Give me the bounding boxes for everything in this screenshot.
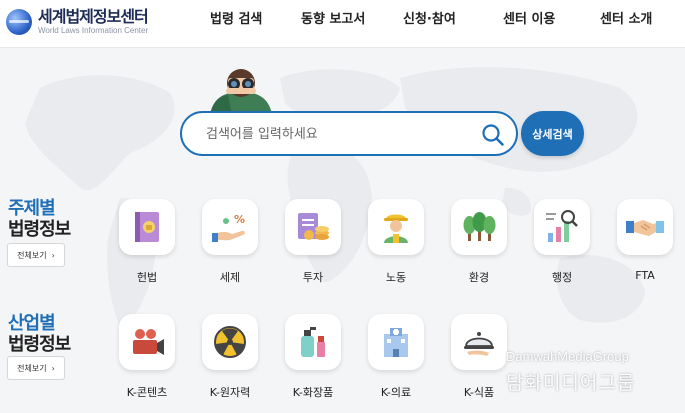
view-all-label: 전체보기 — [17, 363, 47, 373]
section-title-line2: 법령정보 — [8, 334, 71, 355]
industry-label: K-화장품 — [292, 386, 334, 399]
fta-handshake-icon — [626, 220, 664, 236]
topic-card-labor[interactable] — [368, 199, 424, 255]
industry-card-k-contents[interactable] — [119, 314, 175, 370]
nav-label: 동향 보고서 — [301, 11, 366, 27]
search-icon[interactable] — [480, 122, 506, 148]
industry-card-k-nuclear[interactable] — [202, 314, 258, 370]
investment-icon — [298, 213, 329, 240]
topic-label: FTA — [635, 269, 655, 282]
watermark-korean: 담화미디어그룹 — [506, 372, 636, 394]
nav-law-search[interactable]: 법령 검색 — [210, 0, 262, 34]
industry-card-k-cosmetics[interactable] — [285, 314, 341, 370]
topic-card-constitution[interactable] — [119, 199, 175, 255]
search-bar — [180, 111, 518, 156]
industry-section-title: 산업별 법령정보 — [8, 313, 71, 355]
environment-trees-icon — [463, 212, 496, 241]
nav-trend-report[interactable]: 동향 보고서 — [301, 0, 365, 34]
nav-center-use[interactable]: 센터 이용 — [503, 0, 555, 34]
radiation-icon — [214, 326, 246, 358]
industry-label: K-원자력 — [209, 386, 251, 399]
site-logo[interactable]: 세계법제정보센터 World Laws Information Center — [6, 5, 149, 39]
nav-label: 법령 검색 — [210, 11, 263, 27]
nav-label: 센터 소개 — [600, 11, 653, 27]
logo-title: 세계법제정보센터 — [38, 7, 149, 26]
topic-label: 세제 — [219, 271, 241, 284]
nav-center-intro[interactable]: 센터 소개 — [600, 0, 652, 34]
industry-card-k-medical[interactable] — [368, 314, 424, 370]
detail-search-button[interactable]: 상세검색 — [521, 111, 584, 156]
chevron-right-icon: › — [51, 363, 55, 373]
constitution-book-icon — [135, 212, 159, 242]
topic-card-fta[interactable] — [617, 199, 673, 255]
globe-logo-icon — [6, 9, 32, 35]
topic-card-administration[interactable] — [534, 199, 590, 255]
topic-section-title: 주제별 법령정보 — [8, 198, 71, 240]
topic-card-tax[interactable]: % — [202, 199, 258, 255]
industry-label: K-콘텐츠 — [126, 386, 168, 399]
topic-label: 노동 — [385, 271, 407, 284]
topic-view-all-button[interactable]: 전체보기 › — [7, 243, 65, 267]
cosmetics-icon — [301, 327, 325, 357]
binoculars-character-illustration — [210, 69, 272, 114]
video-camera-icon — [133, 329, 164, 355]
industry-label: K-의료 — [380, 386, 412, 399]
nav-label: 신청·참여 — [403, 11, 456, 27]
logo-subtitle: World Laws Information Center — [38, 26, 149, 35]
topic-label: 투자 — [302, 271, 324, 284]
section-title-line2: 법령정보 — [8, 219, 71, 240]
administration-chart-icon — [546, 210, 578, 242]
nav-label: 센터 이용 — [503, 11, 556, 27]
industry-card-k-food[interactable] — [451, 314, 507, 370]
chevron-right-icon: › — [51, 250, 55, 260]
food-cloche-icon — [464, 332, 494, 356]
view-all-label: 전체보기 — [17, 250, 47, 260]
topic-card-environment[interactable] — [451, 199, 507, 255]
search-input[interactable] — [206, 123, 466, 145]
tax-hand-icon: % — [212, 213, 245, 242]
section-title-line1: 주제별 — [8, 198, 56, 219]
hospital-icon — [384, 328, 408, 357]
nav-apply-participate[interactable]: 신청·참여 — [403, 0, 456, 34]
section-title-line1: 산업별 — [8, 313, 56, 334]
labor-worker-icon — [384, 214, 408, 243]
logo-text: 세계법제정보센터 World Laws Information Center — [38, 7, 149, 36]
topic-card-investment[interactable] — [285, 199, 341, 255]
topic-label: 행정 — [551, 271, 573, 284]
svg-text:%: % — [234, 213, 245, 226]
top-header: 세계법제정보센터 World Laws Information Center 법… — [0, 0, 685, 48]
topic-label: 환경 — [468, 271, 490, 284]
topic-label: 헌법 — [136, 271, 158, 284]
watermark-english: DamwahMediaGroup — [506, 349, 629, 364]
industry-view-all-button[interactable]: 전체보기 › — [7, 356, 65, 380]
